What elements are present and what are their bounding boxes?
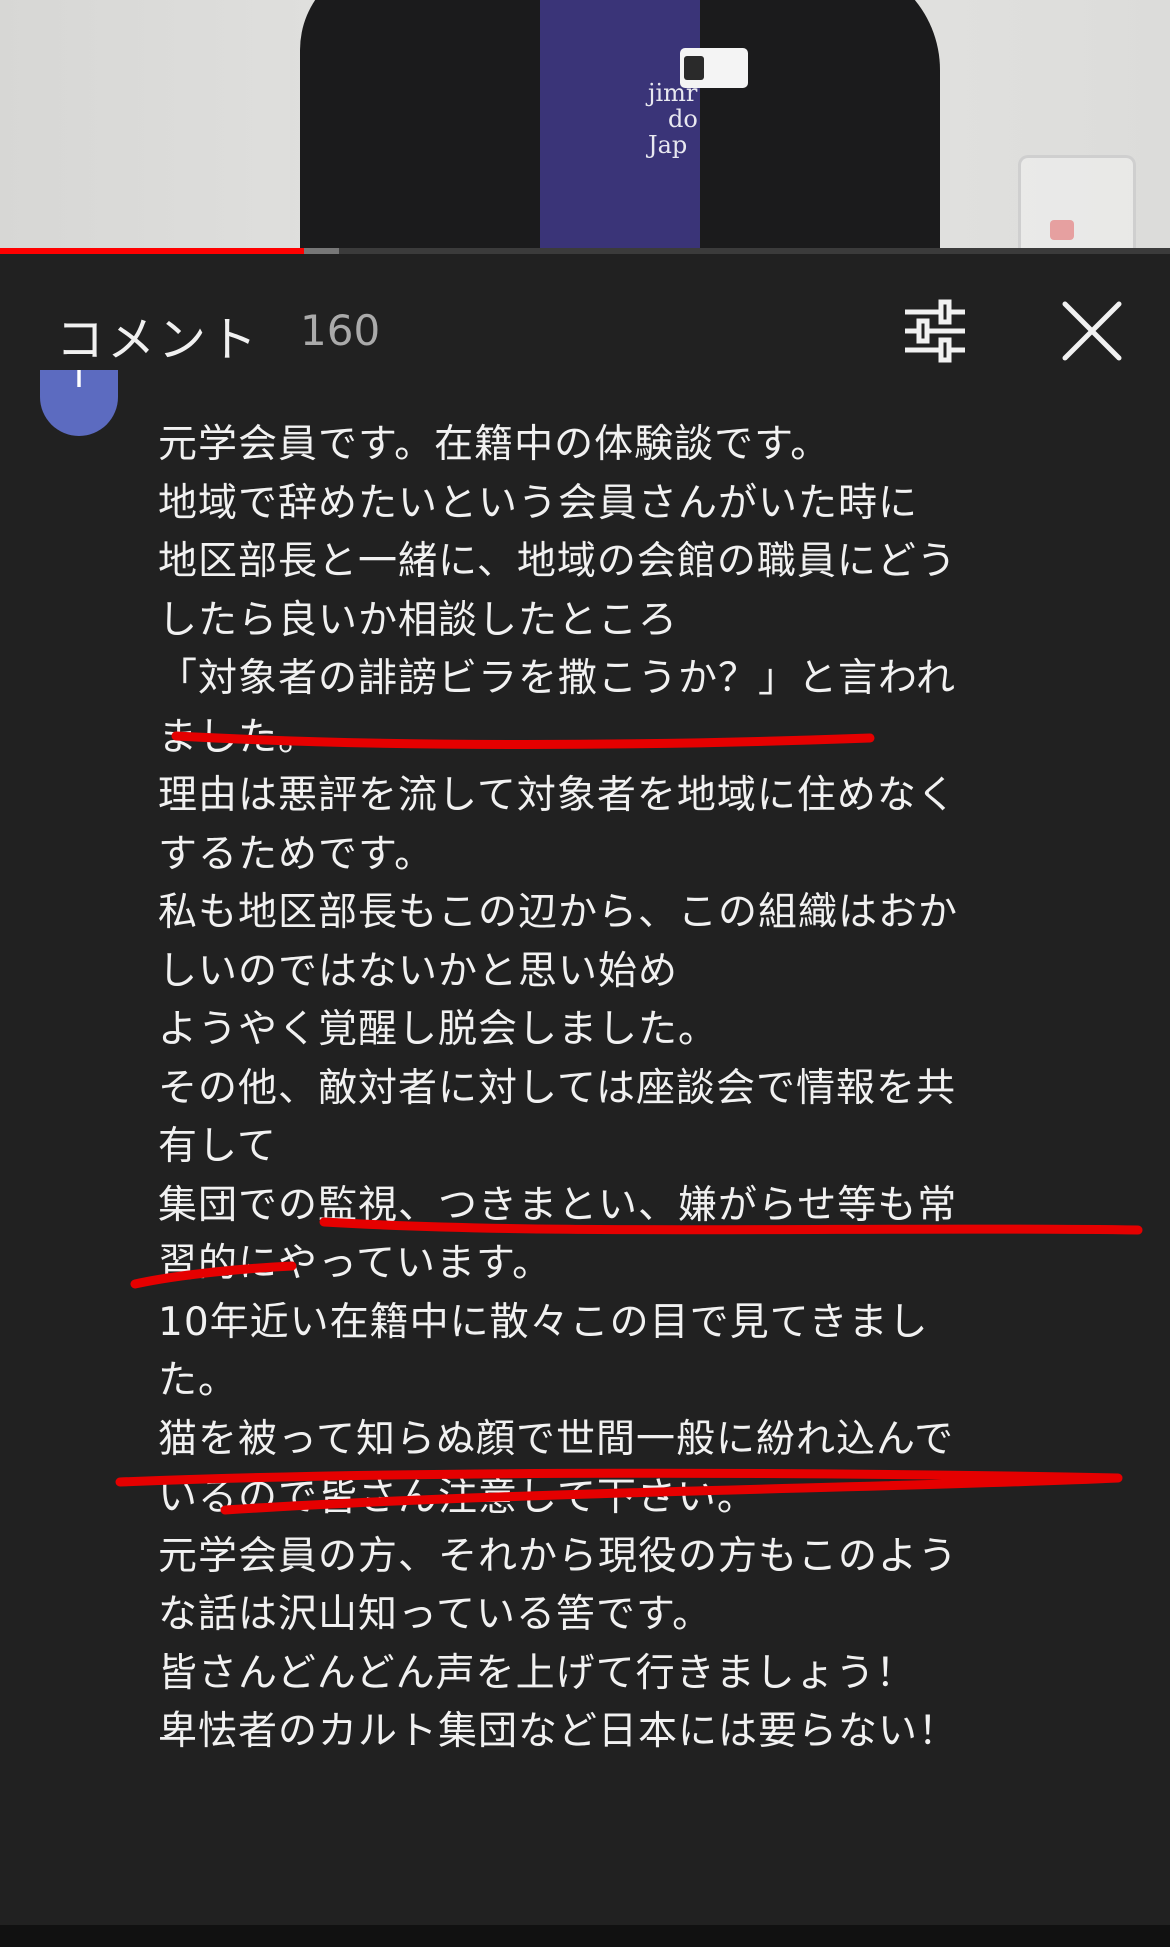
comment-line: 私も地区部長もこの辺から、この組織はおか — [158, 890, 959, 935]
comment-line: 皆さんどんどん声を上げて行きましょう！ — [158, 1650, 916, 1696]
comment-line: 「対象者の誹謗ビラを撒こうか？」と言われ — [158, 656, 957, 701]
close-button[interactable] — [1055, 294, 1129, 368]
avatar-letter: T — [68, 370, 90, 396]
comments-title: コメント — [56, 312, 261, 368]
comments-count: 160 — [300, 306, 381, 355]
comment-line: したら良いか相談したところ — [158, 597, 679, 643]
comment-line: 有して — [158, 1124, 277, 1169]
comment-line: 卑怯者のカルト集団など日本には要らない！ — [158, 1709, 959, 1754]
comment-line: ようやく覚醒し脱会しました。 — [158, 1007, 719, 1052]
bottom-edge — [0, 1925, 1170, 1947]
comment-line: な話は沢山知っている筈です。 — [158, 1592, 713, 1637]
comment-line: 理由は悪評を流して対象者を地域に住めなく — [158, 773, 957, 818]
comment-line: 習的にやっています。 — [158, 1241, 553, 1286]
glass-reflection — [1050, 220, 1074, 240]
comment-line: 元学会員です。在籍中の体験談です。 — [158, 422, 831, 467]
comment-line: 10年近い在籍中に散々この目で見てきまし — [158, 1299, 929, 1345]
comment-line: その他、敵対者に対しては座談会で情報を共 — [158, 1065, 957, 1111]
comment-line: 地域で辞めたいという会員さんがいた時に — [158, 480, 919, 526]
comment-line: 元学会員の方、それから現役の方もこのよう — [158, 1533, 959, 1579]
comment-line: しいのではないかと思い始め — [158, 948, 679, 994]
comment-line: 地区部長と一緒に、地域の会館の職員にどう — [158, 539, 957, 584]
comment-line: 集団での監視、つきまとい、嫌がらせ等も常 — [158, 1182, 958, 1228]
lapel-mic — [680, 48, 748, 88]
comments-header: コメント 160 — [0, 254, 1170, 404]
comment-line: た。 — [158, 1358, 239, 1403]
comment-line: ました。 — [158, 714, 319, 760]
comment-line: 猫を被って知らぬ顔で世間一般に紛れ込んで — [158, 1416, 955, 1462]
sliders-icon — [905, 299, 965, 363]
avatar[interactable]: T — [40, 370, 118, 436]
drinking-glass — [1018, 155, 1136, 248]
sort-filter-button[interactable] — [895, 294, 975, 368]
comment-line: するためです。 — [158, 831, 435, 877]
comment-line: いるので皆さん注意して下さい。 — [158, 1475, 757, 1520]
video-player[interactable]: jimr do Jap — [0, 0, 1170, 248]
shirt-print: jimr do Jap — [648, 79, 698, 159]
comment-text: 元学会員です。在籍中の体験談です。地域で辞めたいという会員さんがいた時に 地区部長… — [158, 416, 1118, 1762]
close-icon — [1062, 301, 1122, 361]
